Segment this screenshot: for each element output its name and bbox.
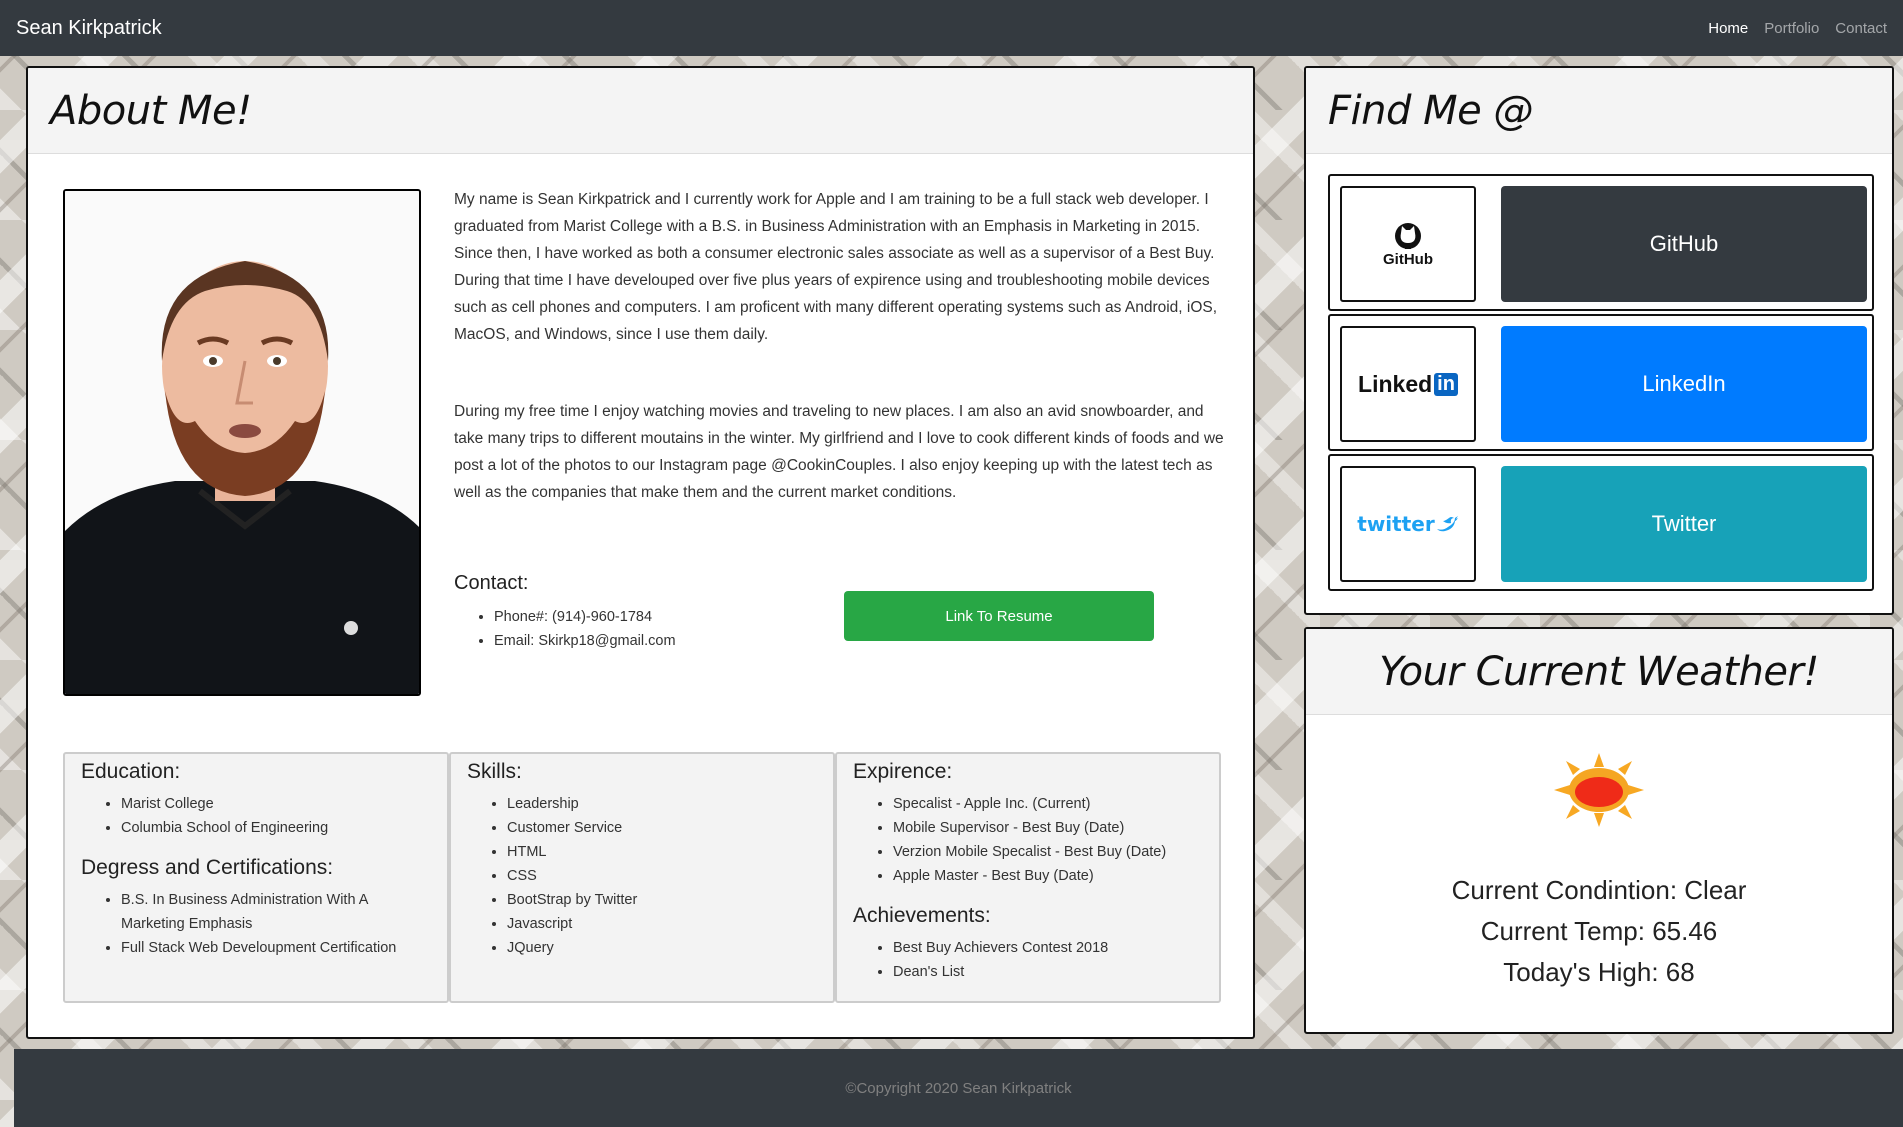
- list-item: JQuery: [507, 936, 817, 960]
- sun-icon-graphic: [1554, 753, 1644, 827]
- find-me-title: Find Me @: [1306, 68, 1892, 154]
- contact-list: Phone#: (914)-960-1784 Email: Skirkp18@g…: [494, 605, 676, 653]
- linkedin-logo-text: Linked: [1358, 370, 1433, 397]
- weather-card: Your Current Weather! Current Condintion…: [1304, 627, 1894, 1034]
- list-item: Apple Master - Best Buy (Date): [893, 864, 1203, 888]
- github-logo[interactable]: GitHub: [1340, 186, 1476, 302]
- experience-box: Expirence: Specalist - Apple Inc. (Curre…: [835, 752, 1221, 1003]
- weather-temp: Current Temp: 65.46: [1480, 916, 1718, 946]
- list-item: Best Buy Achievers Contest 2018: [893, 936, 1203, 960]
- list-item: Customer Service: [507, 816, 817, 840]
- sun-icon: [1306, 753, 1892, 832]
- list-item: Dean's List: [893, 960, 1203, 984]
- twitter-bird-icon: [1436, 516, 1458, 532]
- twitter-icon: twitter: [1357, 512, 1458, 536]
- linkedin-icon: Linked in: [1358, 371, 1458, 398]
- contact-phone: Phone#: (914)-960-1784: [494, 605, 676, 629]
- bio: My name is Sean Kirkpatrick and I curren…: [454, 186, 1230, 506]
- weather-title: Your Current Weather!: [1306, 629, 1892, 715]
- certifications-list: B.S. In Business Administration With A M…: [81, 888, 431, 960]
- bio-paragraph: During my free time I enjoy watching mov…: [454, 403, 1224, 501]
- navbar: Sean Kirkpatrick Home Portfolio Contact: [0, 0, 1903, 56]
- weather-high: Today's High: 68: [1503, 957, 1695, 987]
- list-item: Leadership: [507, 792, 817, 816]
- list-item: CSS: [507, 864, 817, 888]
- contact-title: Contact:: [454, 572, 529, 594]
- list-item: B.S. In Business Administration With A M…: [121, 888, 431, 936]
- brand-link[interactable]: Sean Kirkpatrick: [16, 17, 162, 40]
- list-item: Specalist - Apple Inc. (Current): [893, 792, 1203, 816]
- skills-title: Skills:: [467, 760, 522, 783]
- weather-details: Current Condintion: Clear Current Temp: …: [1306, 870, 1892, 993]
- achievements-list: Best Buy Achievers Contest 2018 Dean's L…: [853, 936, 1203, 984]
- find-me-card: Find Me @ GitHub GitHub Linked in Linked…: [1304, 66, 1894, 615]
- profile-photo-illustration: [65, 191, 419, 694]
- list-item: Javascript: [507, 912, 817, 936]
- education-list: Marist College Columbia School of Engine…: [81, 792, 431, 840]
- resume-button[interactable]: Link To Resume: [844, 591, 1154, 641]
- about-title: About Me!: [28, 68, 1253, 154]
- contact-email: Email: Skirkp18@gmail.com: [494, 629, 676, 653]
- twitter-row: twitter Twitter: [1328, 454, 1874, 591]
- weather-condition: Current Condintion: Clear: [1451, 875, 1747, 905]
- nav-links: Home Portfolio Contact: [1708, 20, 1887, 37]
- linkedin-logo[interactable]: Linked in: [1340, 326, 1476, 442]
- nav-home-link[interactable]: Home: [1708, 20, 1748, 37]
- twitter-button[interactable]: Twitter: [1501, 466, 1867, 582]
- list-item: Marist College: [121, 792, 431, 816]
- github-button[interactable]: GitHub: [1501, 186, 1867, 302]
- experience-list: Specalist - Apple Inc. (Current) Mobile …: [853, 792, 1203, 888]
- list-item: Verzion Mobile Specalist - Best Buy (Dat…: [893, 840, 1203, 864]
- nav-portfolio-link[interactable]: Portfolio: [1764, 20, 1819, 37]
- experience-title: Expirence:: [853, 760, 953, 783]
- footer: ©Copyright 2020 Sean Kirkpatrick: [14, 1049, 1903, 1127]
- github-row: GitHub GitHub: [1328, 174, 1874, 311]
- github-icon: [1395, 222, 1421, 249]
- education-title: Education:: [81, 760, 181, 783]
- skills-list: Leadership Customer Service HTML CSS Boo…: [467, 792, 817, 960]
- copyright-text: ©Copyright 2020 Sean Kirkpatrick: [845, 1079, 1072, 1097]
- list-item: HTML: [507, 840, 817, 864]
- nav-contact-link[interactable]: Contact: [1835, 20, 1887, 37]
- linkedin-button[interactable]: LinkedIn: [1501, 326, 1867, 442]
- list-item: Mobile Supervisor - Best Buy (Date): [893, 816, 1203, 840]
- skills-box: Skills: Leadership Customer Service HTML…: [449, 752, 835, 1003]
- bio-paragraph: My name is Sean Kirkpatrick and I curren…: [454, 191, 1218, 343]
- linkedin-logo-in: in: [1434, 372, 1458, 396]
- twitter-logo[interactable]: twitter: [1340, 466, 1476, 582]
- profile-photo: [63, 189, 421, 696]
- achievements-title: Achievements:: [853, 904, 991, 927]
- list-item: BootStrap by Twitter: [507, 888, 817, 912]
- github-logo-text: GitHub: [1383, 250, 1433, 268]
- list-item: Full Stack Web Develoupment Certificatio…: [121, 936, 431, 960]
- linkedin-row: Linked in LinkedIn: [1328, 314, 1874, 451]
- education-box: Education: Marist College Columbia Schoo…: [63, 752, 449, 1003]
- list-item: Columbia School of Engineering: [121, 816, 431, 840]
- about-card: About Me! My name is Sean Kirkpatrick an…: [26, 66, 1255, 1039]
- twitter-logo-text: twitter: [1357, 512, 1435, 536]
- certifications-title: Degress and Certifications:: [81, 856, 334, 879]
- weather-body: Current Condintion: Clear Current Temp: …: [1306, 717, 1892, 993]
